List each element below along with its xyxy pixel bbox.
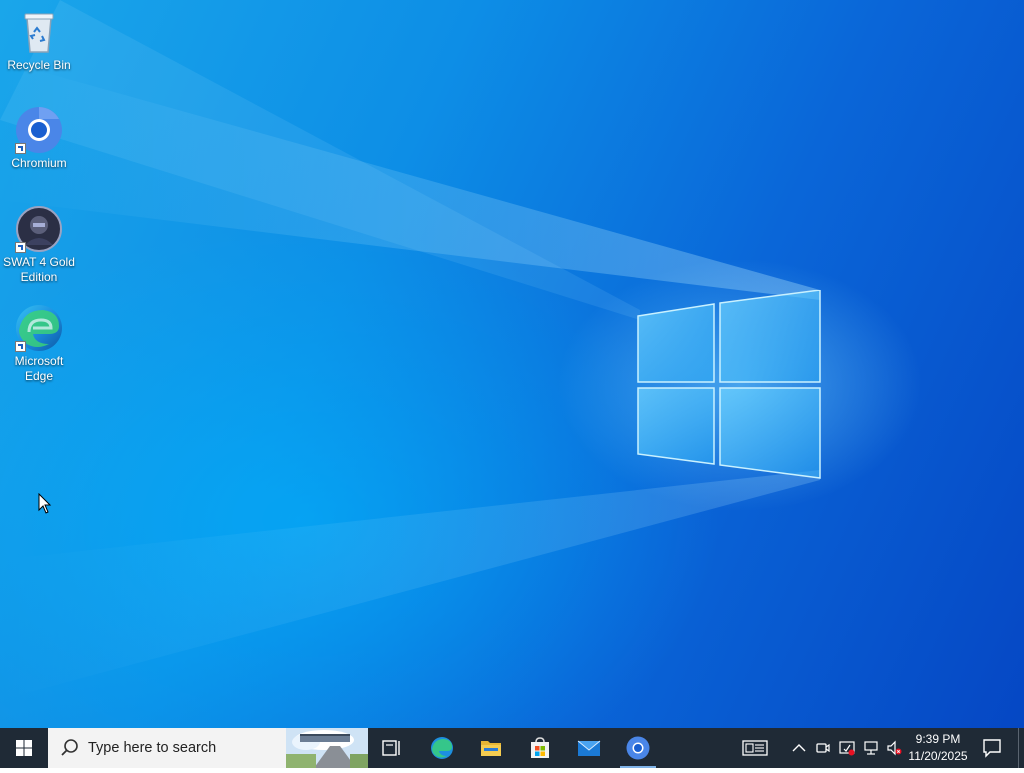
- taskbar-edge-button[interactable]: [418, 728, 466, 768]
- start-button[interactable]: [0, 728, 48, 768]
- search-box[interactable]: Type here to search: [48, 728, 368, 768]
- desktop-icon-chromium[interactable]: Chromium: [2, 106, 76, 171]
- chromium-icon: [626, 736, 650, 760]
- edge-icon: [431, 737, 453, 759]
- desktop-icon-label: Chromium: [11, 156, 67, 170]
- clock-time: 9:39 PM: [915, 732, 961, 746]
- security-icon[interactable]: [839, 740, 855, 756]
- taskbar: Type here to search 9:39 PM 11/20/2025: [0, 728, 1024, 768]
- wallpaper-light-beams: [0, 0, 820, 700]
- taskbar-task-view-button[interactable]: [368, 728, 416, 768]
- system-clock[interactable]: 9:39 PM 11/20/2025: [900, 731, 976, 765]
- windows-logo-wallpaper: [637, 290, 821, 479]
- folder-icon: [481, 741, 501, 756]
- edge-icon: [15, 304, 63, 352]
- mouse-cursor-icon: [38, 493, 52, 514]
- swat4-icon: [15, 205, 63, 253]
- desktop-icon-label: Recycle Bin: [7, 58, 71, 72]
- desktop-icon-label: Microsoft Edge: [14, 354, 64, 383]
- windows-start-icon: [16, 740, 32, 756]
- desktop-icon-edge[interactable]: Microsoft Edge: [2, 304, 76, 384]
- taskbar-store-button[interactable]: [516, 728, 564, 768]
- desktop: Recycle Bin Chromium SWAT 4 Gold Edition…: [0, 0, 1024, 728]
- chromium-icon: [15, 106, 63, 154]
- desktop-icon-swat4[interactable]: SWAT 4 Gold Edition: [2, 205, 76, 285]
- network-icon[interactable]: [863, 740, 879, 756]
- shortcut-arrow-icon: [15, 341, 26, 352]
- search-highlight-image: [286, 728, 368, 768]
- clock-date: 11/20/2025: [908, 749, 968, 763]
- desktop-icon-recycle-bin[interactable]: Recycle Bin: [2, 8, 76, 73]
- mail-icon: [577, 740, 601, 756]
- store-icon: [531, 737, 549, 758]
- taskbar-mail-button[interactable]: [565, 728, 613, 768]
- taskbar-file-explorer-button[interactable]: [467, 728, 515, 768]
- search-icon: [61, 739, 78, 756]
- show-desktop-button[interactable]: [1018, 728, 1024, 768]
- desktop-icon-label: SWAT 4 Gold Edition: [3, 255, 75, 284]
- taskbar-chromium-button[interactable]: [614, 728, 662, 768]
- meet-now-icon[interactable]: [815, 740, 831, 756]
- search-placeholder: Type here to search: [88, 740, 217, 756]
- news-widget-icon[interactable]: [742, 739, 768, 757]
- shortcut-arrow-icon: [15, 242, 26, 253]
- chevron-up-icon[interactable]: [791, 740, 807, 756]
- action-center-icon[interactable]: [980, 736, 1004, 760]
- recycle-bin-icon: [15, 8, 63, 56]
- shortcut-arrow-icon: [15, 143, 26, 154]
- task-view-icon: [382, 740, 400, 756]
